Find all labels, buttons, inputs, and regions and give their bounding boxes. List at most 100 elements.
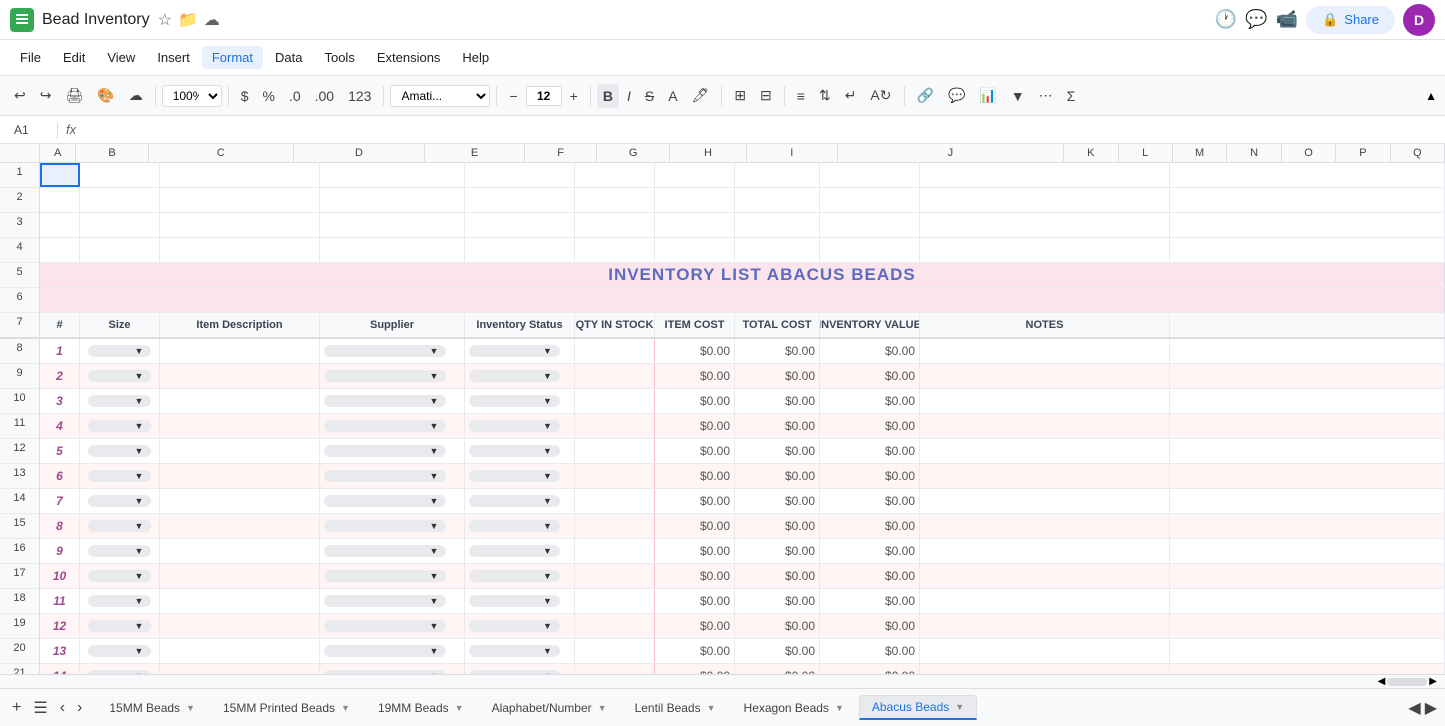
menu-format[interactable]: Format	[202, 46, 263, 69]
cell[interactable]	[655, 188, 735, 212]
tab-15mm-printed[interactable]: 15MM Printed Beads ▼	[210, 696, 363, 720]
supplier-dropdown[interactable]: ▼	[324, 395, 446, 407]
supplier-dropdown[interactable]: ▼	[324, 645, 446, 657]
more-button[interactable]: ⋯	[1033, 83, 1059, 108]
border-button[interactable]: ⊞	[728, 83, 752, 108]
cell-item-cost[interactable]: $0.00	[655, 639, 735, 663]
cell-row-index[interactable]: 5	[40, 439, 80, 463]
menu-insert[interactable]: Insert	[147, 46, 200, 69]
cell-supplier[interactable]: ▼	[320, 364, 465, 388]
size-dropdown[interactable]: ▼	[88, 370, 152, 382]
cell-qty[interactable]	[575, 489, 655, 513]
cell-size[interactable]: ▼	[80, 514, 160, 538]
cell[interactable]	[320, 188, 465, 212]
cell-notes[interactable]	[920, 589, 1170, 613]
cell-inventory-value[interactable]: $0.00	[820, 639, 920, 663]
size-dropdown[interactable]: ▼	[88, 470, 152, 482]
cell-supplier[interactable]: ▼	[320, 464, 465, 488]
cell-supplier[interactable]: ▼	[320, 564, 465, 588]
cell[interactable]	[735, 188, 820, 212]
cell-total-cost[interactable]: $0.00	[735, 414, 820, 438]
cell-inventory-status[interactable]: ▼	[465, 664, 575, 674]
supplier-dropdown[interactable]: ▼	[324, 495, 446, 507]
cell-E1[interactable]	[465, 163, 575, 187]
cell-item-cost[interactable]: $0.00	[655, 414, 735, 438]
wrap-button[interactable]: ↵	[839, 83, 863, 108]
document-title[interactable]: Bead Inventory	[42, 11, 150, 29]
status-dropdown[interactable]: ▼	[469, 595, 560, 607]
text-color-button[interactable]: A	[662, 84, 683, 108]
cell-size[interactable]: ▼	[80, 464, 160, 488]
cell-total-cost[interactable]: $0.00	[735, 364, 820, 388]
cell-rest[interactable]	[1170, 664, 1445, 674]
cell-item-cost[interactable]: $0.00	[655, 439, 735, 463]
cell[interactable]	[40, 213, 80, 237]
cell-qty[interactable]	[575, 439, 655, 463]
supplier-dropdown[interactable]: ▼	[324, 445, 446, 457]
cell-A1[interactable]	[40, 163, 80, 187]
cell-item-desc[interactable]	[160, 389, 320, 413]
avatar[interactable]: D	[1403, 4, 1435, 36]
cell-rest[interactable]	[1170, 489, 1445, 513]
cell-size[interactable]: ▼	[80, 414, 160, 438]
align-button[interactable]: ≡	[791, 84, 811, 108]
col-header-P[interactable]: P	[1336, 144, 1390, 162]
cell-supplier[interactable]: ▼	[320, 414, 465, 438]
col-header-M[interactable]: M	[1173, 144, 1227, 162]
cell-item-desc[interactable]	[160, 439, 320, 463]
col-header-K[interactable]: K	[1064, 144, 1118, 162]
cell-item-cost[interactable]: $0.00	[655, 464, 735, 488]
cell-rest[interactable]	[1170, 514, 1445, 538]
supplier-dropdown[interactable]: ▼	[324, 345, 446, 357]
cell-total-cost[interactable]: $0.00	[735, 564, 820, 588]
cell-inventory-status[interactable]: ▼	[465, 414, 575, 438]
status-dropdown[interactable]: ▼	[469, 470, 560, 482]
font-size-decrease-button[interactable]: −	[503, 84, 523, 108]
scroll-tabs-right[interactable]: ›	[73, 696, 86, 720]
col-header-B[interactable]: B	[76, 144, 149, 162]
cell-supplier[interactable]: ▼	[320, 614, 465, 638]
supplier-dropdown[interactable]: ▼	[324, 545, 446, 557]
scroll-tabs-left[interactable]: ‹	[56, 696, 69, 720]
cell-notes[interactable]	[920, 364, 1170, 388]
cell-rest[interactable]	[1170, 464, 1445, 488]
sheets-menu-button[interactable]: ☰	[29, 696, 51, 720]
cell-item-desc[interactable]	[160, 464, 320, 488]
menu-file[interactable]: File	[10, 46, 51, 69]
star-icon[interactable]: ☆	[158, 10, 172, 30]
cell-qty[interactable]	[575, 539, 655, 563]
cell[interactable]	[1170, 213, 1445, 237]
nav-prev-button[interactable]: ◀	[1408, 698, 1420, 718]
cell-item-cost[interactable]: $0.00	[655, 514, 735, 538]
supplier-dropdown[interactable]: ▼	[324, 620, 446, 632]
number-format-button[interactable]: 123	[342, 84, 377, 108]
cell-rest[interactable]	[1170, 389, 1445, 413]
formula-input[interactable]	[84, 123, 1437, 137]
cell-qty[interactable]	[575, 389, 655, 413]
col-header-E[interactable]: E	[425, 144, 525, 162]
scroll-left[interactable]: ◀	[1378, 676, 1386, 687]
cell-qty[interactable]	[575, 589, 655, 613]
supplier-dropdown[interactable]: ▼	[324, 470, 446, 482]
size-dropdown[interactable]: ▼	[88, 395, 152, 407]
cell-notes[interactable]	[920, 639, 1170, 663]
supplier-dropdown[interactable]: ▼	[324, 520, 446, 532]
status-dropdown[interactable]: ▼	[469, 395, 560, 407]
cell-notes[interactable]	[920, 564, 1170, 588]
cell-inventory-value[interactable]: $0.00	[820, 564, 920, 588]
percent-button[interactable]: %	[256, 84, 280, 108]
supplier-dropdown[interactable]: ▼	[324, 370, 446, 382]
col-header-I[interactable]: I	[747, 144, 838, 162]
status-dropdown[interactable]: ▼	[469, 370, 560, 382]
col-header-C[interactable]: C	[149, 144, 294, 162]
cell[interactable]	[465, 238, 575, 262]
cell-item-desc[interactable]	[160, 414, 320, 438]
cell-inventory-value[interactable]: $0.00	[820, 339, 920, 363]
cell-notes[interactable]	[920, 464, 1170, 488]
supplier-dropdown[interactable]: ▼	[324, 595, 446, 607]
size-dropdown[interactable]: ▼	[88, 420, 152, 432]
redo-button[interactable]: ↪	[34, 83, 58, 108]
cell-notes[interactable]	[920, 514, 1170, 538]
cell-inventory-status[interactable]: ▼	[465, 589, 575, 613]
cell-total-cost[interactable]: $0.00	[735, 489, 820, 513]
